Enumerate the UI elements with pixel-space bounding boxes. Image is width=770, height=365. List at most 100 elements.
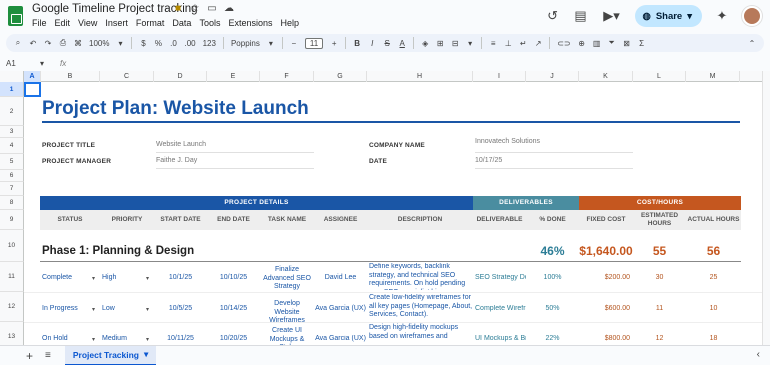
filter-icon[interactable]: ⏷ — [608, 38, 616, 48]
vertical-scrollbar[interactable] — [762, 71, 770, 345]
filter-views-icon[interactable]: ⊠ — [623, 39, 631, 48]
bold-button[interactable]: B — [353, 39, 361, 48]
column-header[interactable]: A — [24, 71, 41, 82]
assignee-cell[interactable]: David Lee — [314, 274, 367, 281]
deliverable-cell[interactable]: UI Mockups & Bra — [475, 335, 526, 342]
estimated-hours-cell[interactable]: 12 — [633, 335, 686, 342]
move-folder-icon[interactable]: ▭ — [206, 3, 218, 14]
text-rotation-icon[interactable]: ↗ — [534, 39, 542, 48]
dropdown-arrow-icon[interactable]: ▾ — [146, 306, 149, 313]
font-family-select[interactable]: Poppins — [231, 39, 260, 48]
chevron-down-icon[interactable]: ▾ — [144, 349, 148, 360]
chevron-down-icon[interactable]: ▾ — [116, 39, 124, 48]
horizontal-align-icon[interactable]: ≡ — [489, 39, 497, 48]
text-wrap-icon[interactable]: ↵ — [519, 39, 527, 48]
description-cell[interactable]: Define keywords, backlink strategy, and … — [369, 263, 473, 290]
selected-cell[interactable] — [24, 82, 41, 97]
column-header[interactable]: G — [314, 71, 367, 82]
percent-done-cell[interactable]: 50% — [526, 305, 579, 312]
task-name-cell[interactable]: Finalize Advanced SEO Strategy — [262, 266, 312, 292]
vertical-align-icon[interactable]: ⊥ — [504, 39, 512, 48]
column-header[interactable]: H — [367, 71, 473, 82]
row-header[interactable]: 6 — [0, 170, 24, 182]
row-header[interactable]: 10 — [0, 230, 24, 262]
chevron-down-icon[interactable]: ▾ — [267, 39, 275, 48]
menu-extensions[interactable]: Extensions — [228, 18, 272, 28]
menu-data[interactable]: Data — [172, 18, 191, 28]
percent-format-button[interactable]: % — [154, 39, 162, 48]
row-header[interactable]: 9 — [0, 210, 24, 230]
dropdown-arrow-icon[interactable]: ▾ — [146, 275, 149, 282]
actual-hours-cell[interactable]: 18 — [686, 335, 741, 342]
end-date-cell[interactable]: 10/10/25 — [207, 274, 260, 281]
start-date-cell[interactable]: 10/1/25 — [154, 274, 207, 281]
column-header[interactable]: D — [154, 71, 207, 82]
more-formats-button[interactable]: 123 — [203, 39, 216, 48]
paint-format-icon[interactable]: ⌘ — [74, 39, 82, 48]
status-cell[interactable]: Complete — [42, 274, 72, 281]
priority-cell[interactable]: Low — [102, 305, 115, 312]
column-header[interactable]: I — [473, 71, 526, 82]
estimated-hours-cell[interactable]: 30 — [633, 274, 686, 281]
menu-format[interactable]: Format — [136, 18, 165, 28]
actual-hours-cell[interactable]: 25 — [686, 274, 741, 281]
project-title-value[interactable]: Website Launch — [156, 141, 206, 148]
end-date-cell[interactable]: 10/20/25 — [207, 335, 260, 342]
redo-icon[interactable]: ↷ — [44, 39, 52, 48]
font-size-input[interactable]: 11 — [304, 37, 324, 49]
menu-edit[interactable]: Edit — [55, 18, 71, 28]
start-date-cell[interactable]: 10/11/25 — [154, 335, 207, 342]
fixed-cost-cell[interactable]: $600.00 — [579, 305, 630, 312]
dropdown-arrow-icon[interactable]: ▾ — [146, 336, 149, 343]
assignee-cell[interactable]: Ava Garcia (UX) — [314, 305, 367, 312]
row-header[interactable]: 4 — [0, 138, 24, 154]
decrease-decimal-button[interactable]: .0 — [169, 39, 177, 48]
estimated-hours-cell[interactable]: 11 — [633, 305, 686, 312]
row-header[interactable]: 12 — [0, 292, 24, 322]
chevron-down-icon[interactable]: ▾ — [466, 39, 474, 48]
dropdown-arrow-icon[interactable]: ▾ — [92, 306, 95, 313]
row-header[interactable]: 5 — [0, 154, 24, 170]
gemini-icon[interactable]: ✦ — [714, 8, 730, 24]
dropdown-arrow-icon[interactable]: ▾ — [92, 336, 95, 343]
italic-button[interactable]: I — [368, 39, 376, 48]
text-color-button[interactable]: A — [398, 39, 406, 48]
zoom-select[interactable]: 100% — [89, 39, 109, 48]
percent-done-cell[interactable]: 100% — [526, 274, 579, 281]
row-header[interactable]: 7 — [0, 182, 24, 196]
comment-icon[interactable]: ▤ — [573, 8, 589, 24]
end-date-cell[interactable]: 10/14/25 — [207, 305, 260, 312]
all-sheets-menu-icon[interactable]: ≡ — [45, 350, 51, 361]
fill-color-icon[interactable]: ◈ — [421, 39, 429, 48]
history-icon[interactable]: ↺ — [545, 8, 561, 24]
sheet-tab-project-tracking[interactable]: Project Tracking ▾ — [64, 345, 157, 365]
row-header[interactable]: 8 — [0, 196, 24, 210]
percent-done-cell[interactable]: 22% — [526, 335, 579, 342]
hide-menus-icon[interactable]: ⌃ — [748, 39, 756, 48]
collapse-side-panel-icon[interactable]: ‹ — [757, 349, 760, 360]
spreadsheet-grid[interactable]: A B C D E F G H I J K L M 1 2 3 4 5 6 7 … — [0, 71, 770, 345]
column-header[interactable]: K — [579, 71, 633, 82]
description-cell[interactable]: Design high-fidelity mockups based on wi… — [369, 324, 473, 341]
add-sheet-button[interactable]: + — [26, 349, 33, 363]
undo-icon[interactable]: ↶ — [29, 39, 37, 48]
company-name-value[interactable]: Innovatech Solutions — [475, 138, 540, 145]
actual-hours-cell[interactable]: 10 — [686, 305, 741, 312]
column-header[interactable]: C — [100, 71, 154, 82]
name-box[interactable]: A1 — [0, 59, 40, 68]
print-icon[interactable]: ⎙ — [59, 38, 67, 48]
status-cell[interactable]: On Hold — [42, 335, 68, 342]
insert-comment-icon[interactable]: ⊕ — [578, 39, 586, 48]
row-header[interactable]: 11 — [0, 262, 24, 292]
star-icon[interactable]: ☆ — [189, 3, 201, 14]
priority-cell[interactable]: High — [102, 274, 116, 281]
start-date-cell[interactable]: 10/5/25 — [154, 305, 207, 312]
menu-tools[interactable]: Tools — [199, 18, 220, 28]
fixed-cost-cell[interactable]: $800.00 — [579, 335, 630, 342]
row-header[interactable]: 2 — [0, 97, 24, 126]
avatar[interactable] — [742, 6, 762, 26]
deliverable-cell[interactable]: SEO Strategy Doc — [475, 274, 526, 281]
deliverable-cell[interactable]: Complete Wirefra — [475, 305, 526, 312]
select-all-corner[interactable] — [0, 71, 24, 82]
font-size-increase-button[interactable]: + — [330, 39, 338, 48]
